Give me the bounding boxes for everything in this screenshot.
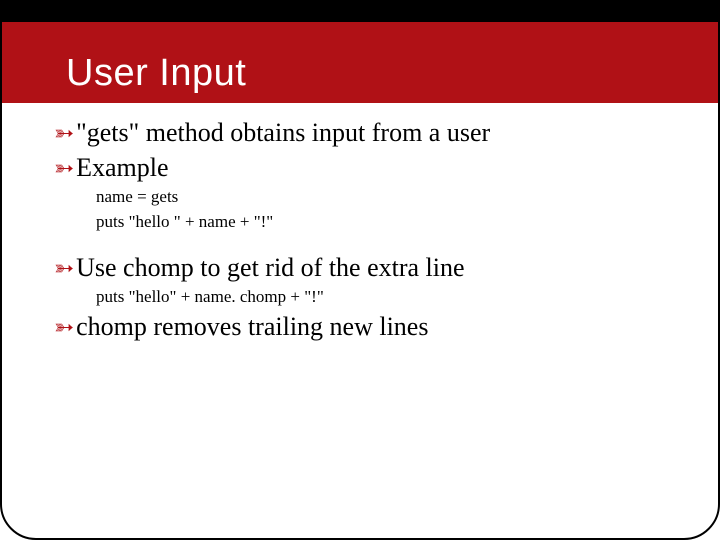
bullet-text: Example [76, 152, 168, 185]
code-line: puts "hello" + name. chomp + "!" [96, 286, 666, 309]
code-line: name = gets [96, 186, 666, 209]
slide-content: ➳ "gets" method obtains input from a use… [2, 103, 718, 344]
bullet-icon: ➳ [54, 313, 74, 343]
code-line: puts "hello " + name + "!" [96, 211, 666, 234]
bullet-text: chomp removes trailing new lines [76, 311, 428, 344]
bullet-icon: ➳ [54, 254, 74, 284]
spacer [54, 236, 666, 252]
title-band: User Input [2, 2, 718, 103]
bullet-icon: ➳ [54, 154, 74, 184]
bullet-item: ➳ Use chomp to get rid of the extra line [54, 252, 666, 285]
bullet-icon: ➳ [54, 119, 74, 149]
slide-frame: User Input ➳ "gets" method obtains input… [0, 0, 720, 540]
bullet-item: ➳ "gets" method obtains input from a use… [54, 117, 666, 150]
bullet-text: "gets" method obtains input from a user [76, 117, 490, 150]
bullet-item: ➳ chomp removes trailing new lines [54, 311, 666, 344]
bullet-item: ➳ Example [54, 152, 666, 185]
bullet-text: Use chomp to get rid of the extra line [76, 252, 464, 285]
slide-title: User Input [66, 52, 718, 95]
